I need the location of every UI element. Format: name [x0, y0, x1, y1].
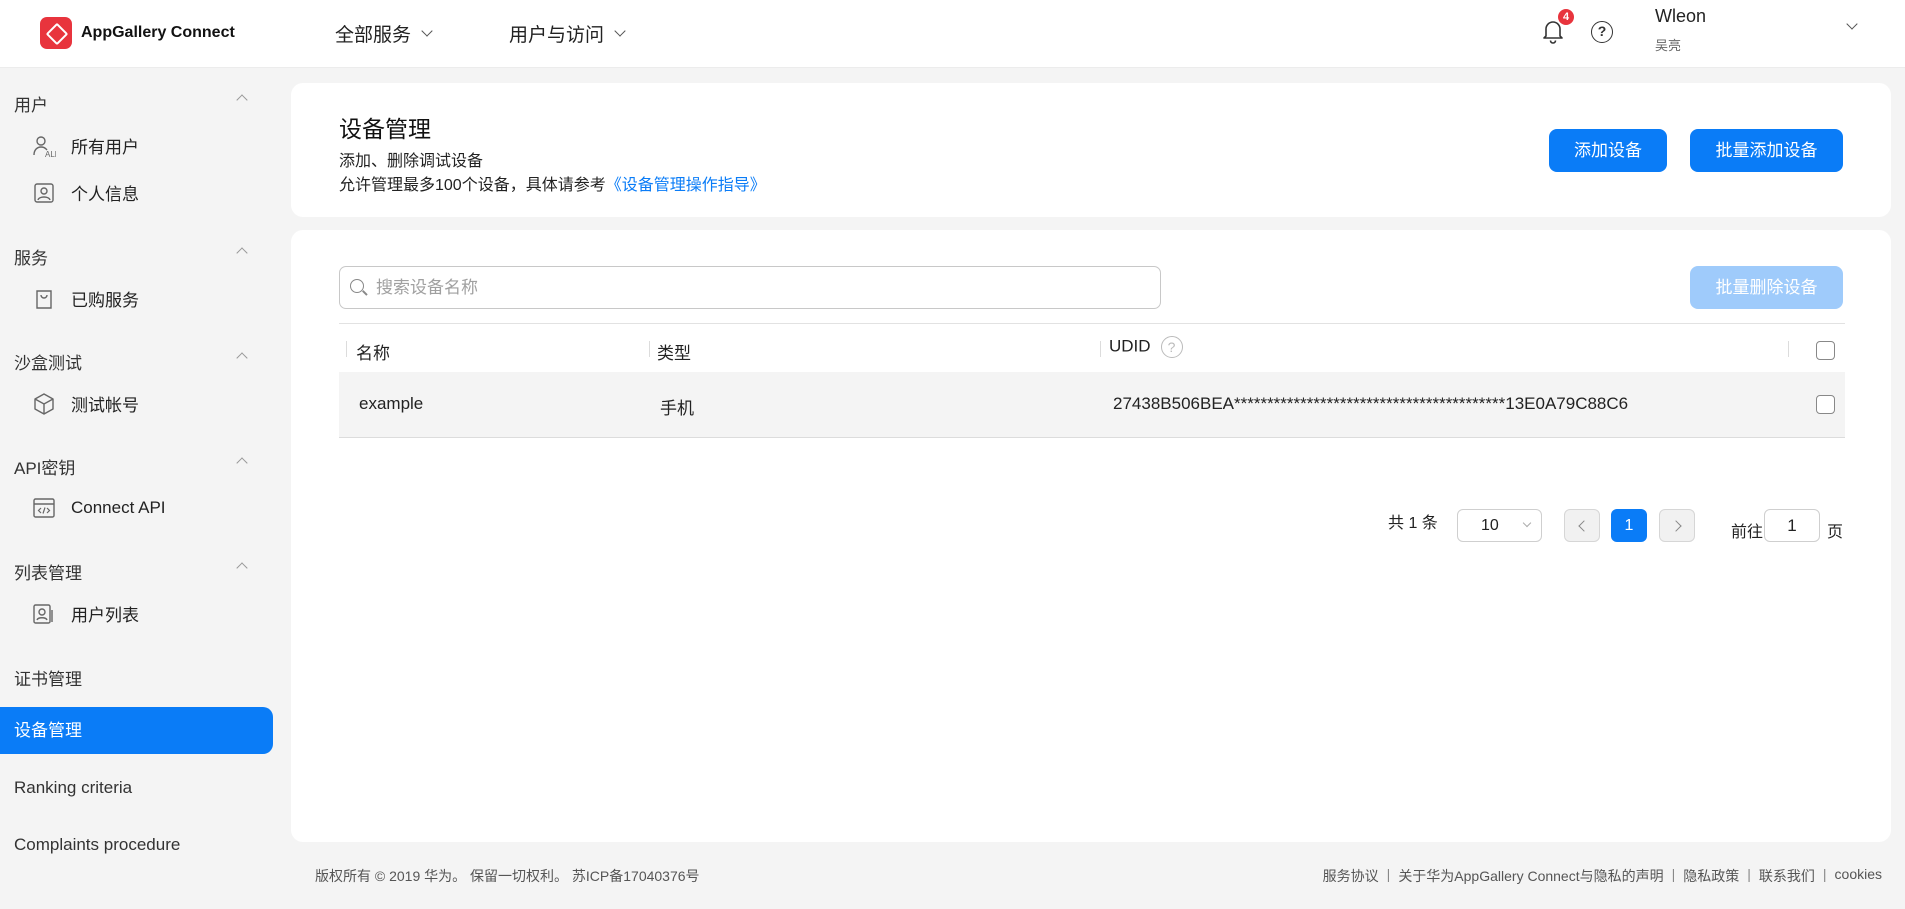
- appgallery-logo-icon: [40, 17, 72, 49]
- footer-separator: |: [1822, 866, 1827, 882]
- svg-text:ALL: ALL: [45, 150, 56, 158]
- row-checkbox[interactable]: [1816, 395, 1835, 414]
- user-display-name: 吴亮: [1655, 38, 1682, 53]
- page-size-select[interactable]: 10: [1457, 509, 1542, 542]
- footer-link-privacy-statement[interactable]: 关于华为AppGallery Connect与隐私的声明: [1398, 866, 1663, 886]
- page-limit-note: 允许管理最多100个设备，具体请参考《设备管理操作指导》: [339, 171, 766, 195]
- search-icon: [350, 279, 364, 293]
- footer-link-cookies[interactable]: cookies: [1835, 866, 1882, 886]
- table-header: 名称 类型 UDID?: [339, 323, 1845, 372]
- notification-badge: 4: [1558, 9, 1574, 25]
- collapse-arrow-icon[interactable]: [236, 352, 248, 364]
- all-users-icon: ALL: [33, 135, 56, 158]
- collapse-arrow-icon[interactable]: [236, 457, 248, 469]
- column-header-name[interactable]: 名称: [356, 339, 390, 364]
- column-header-type[interactable]: 类型: [657, 339, 691, 364]
- shopping-bag-icon: [36, 289, 52, 309]
- nav-users-access-label: 用户与访问: [509, 25, 605, 46]
- help-circle-icon[interactable]: ?: [1160, 336, 1183, 358]
- guide-link[interactable]: 《设备管理操作指导》: [606, 177, 766, 194]
- current-page-button[interactable]: 1: [1611, 509, 1647, 542]
- pagination-total: 共 1 条: [1388, 515, 1438, 532]
- user-list-icon: [33, 603, 53, 624]
- sidebar-item-ranking-criteria[interactable]: Ranking criteria: [14, 778, 132, 798]
- sidebar-section-list-mgmt[interactable]: 列表管理: [14, 559, 82, 584]
- sidebar-item-user-list[interactable]: 用户列表: [32, 601, 139, 626]
- sidebar-item-personal-info[interactable]: 个人信息: [32, 180, 139, 205]
- footer-links: 服务协议 | 关于华为AppGallery Connect与隐私的声明 | 隐私…: [1323, 866, 1882, 886]
- app-logo[interactable]: AppGallery Connect: [40, 17, 235, 49]
- goto-page-input[interactable]: [1764, 509, 1820, 542]
- chevron-down-icon: [421, 25, 433, 37]
- sidebar-section-services[interactable]: 服务: [14, 244, 48, 269]
- prev-page-button[interactable]: [1564, 509, 1600, 542]
- sidebar-item-connect-api[interactable]: Connect API: [32, 496, 166, 520]
- sidebar-section-api-keys[interactable]: API密钥: [14, 454, 75, 479]
- chevron-down-icon: [614, 25, 626, 37]
- code-window-icon: [33, 498, 55, 518]
- nav-all-services-label: 全部服务: [335, 25, 412, 46]
- page-size-value: 10: [1481, 517, 1499, 534]
- sidebar-section-sandbox[interactable]: 沙盒测试: [14, 349, 82, 374]
- sidebar-item-label: 已购服务: [71, 291, 139, 310]
- next-page-button[interactable]: [1659, 509, 1695, 542]
- batch-delete-device-button[interactable]: 批量删除设备: [1690, 266, 1843, 309]
- sidebar-item-device-mgmt[interactable]: 设备管理: [0, 707, 273, 754]
- nav-users-access[interactable]: 用户与访问: [509, 20, 626, 47]
- copyright: 版权所有 © 2019 华为。 保留一切权利。 苏ICP备17040376号: [315, 868, 700, 884]
- footer-link-contact-us[interactable]: 联系我们: [1759, 866, 1815, 886]
- column-divider: [649, 341, 650, 357]
- search-box[interactable]: [339, 266, 1161, 309]
- select-all-checkbox[interactable]: [1816, 341, 1835, 360]
- sidebar-section-users[interactable]: 用户: [14, 91, 48, 116]
- cube-icon: [34, 392, 54, 415]
- page-unit-label: 页: [1827, 524, 1844, 541]
- batch-add-device-button[interactable]: 批量添加设备: [1690, 129, 1843, 172]
- app-name: AppGallery Connect: [81, 24, 235, 41]
- chevron-down-icon: [1522, 518, 1532, 528]
- goto-label: 前往: [1731, 524, 1764, 541]
- device-name: example: [359, 394, 424, 413]
- sidebar-item-test-accounts[interactable]: 测试帐号: [32, 391, 139, 416]
- top-bar: AppGallery Connect 全部服务 用户与访问 4 ? Wleon …: [0, 0, 1905, 68]
- limit-note-text: 允许管理最多100个设备，具体请参考: [339, 177, 606, 194]
- column-divider: [1788, 341, 1789, 357]
- table-row[interactable]: example 手机 27438B506BEA*****************…: [339, 372, 1845, 438]
- sidebar-item-purchased-services[interactable]: 已购服务: [32, 286, 139, 311]
- page-header-card: 设备管理 添加、删除调试设备 允许管理最多100个设备，具体请参考《设备管理操作…: [291, 83, 1891, 217]
- sidebar-item-all-users[interactable]: ALL 所有用户: [32, 133, 139, 158]
- udid-label: UDID: [1109, 336, 1151, 356]
- column-header-udid[interactable]: UDID?: [1109, 336, 1183, 358]
- device-udid: 27438B506BEA****************************…: [1113, 394, 1629, 413]
- device-type: 手机: [660, 399, 694, 418]
- footer-separator: |: [1386, 866, 1391, 882]
- sidebar-item-label: 用户列表: [71, 606, 139, 625]
- device-list-card: 批量删除设备 名称 类型 UDID? example 手机 27438B506B…: [291, 230, 1891, 842]
- sidebar-item-label: 测试帐号: [71, 396, 139, 415]
- sidebar-item-label: 个人信息: [71, 185, 139, 204]
- column-divider: [346, 341, 347, 357]
- collapse-arrow-icon[interactable]: [236, 247, 248, 259]
- page-description: 添加、删除调试设备: [339, 153, 484, 170]
- footer-link-privacy-policy[interactable]: 隐私政策: [1683, 866, 1739, 886]
- footer-separator: |: [1671, 866, 1676, 882]
- column-divider: [1100, 341, 1101, 357]
- sidebar-item-cert-mgmt[interactable]: 证书管理: [14, 665, 82, 690]
- user-name[interactable]: Wleon: [1655, 6, 1706, 27]
- personal-info-icon: [34, 182, 54, 203]
- footer-link-service-agreement[interactable]: 服务协议: [1323, 866, 1379, 886]
- collapse-arrow-icon[interactable]: [236, 562, 248, 574]
- add-device-button[interactable]: 添加设备: [1549, 129, 1667, 172]
- search-input[interactable]: [376, 267, 1146, 308]
- account-menu-chevron-icon[interactable]: [1846, 18, 1858, 30]
- help-icon[interactable]: ?: [1591, 21, 1613, 43]
- sidebar-item-label: Connect API: [71, 498, 166, 517]
- sidebar-item-label: 所有用户: [71, 138, 139, 157]
- collapse-arrow-icon[interactable]: [236, 94, 248, 106]
- page-title: 设备管理: [339, 116, 431, 142]
- sidebar-item-complaints-procedure[interactable]: Complaints procedure: [14, 835, 180, 855]
- footer-separator: |: [1747, 866, 1751, 882]
- nav-all-services[interactable]: 全部服务: [335, 20, 433, 47]
